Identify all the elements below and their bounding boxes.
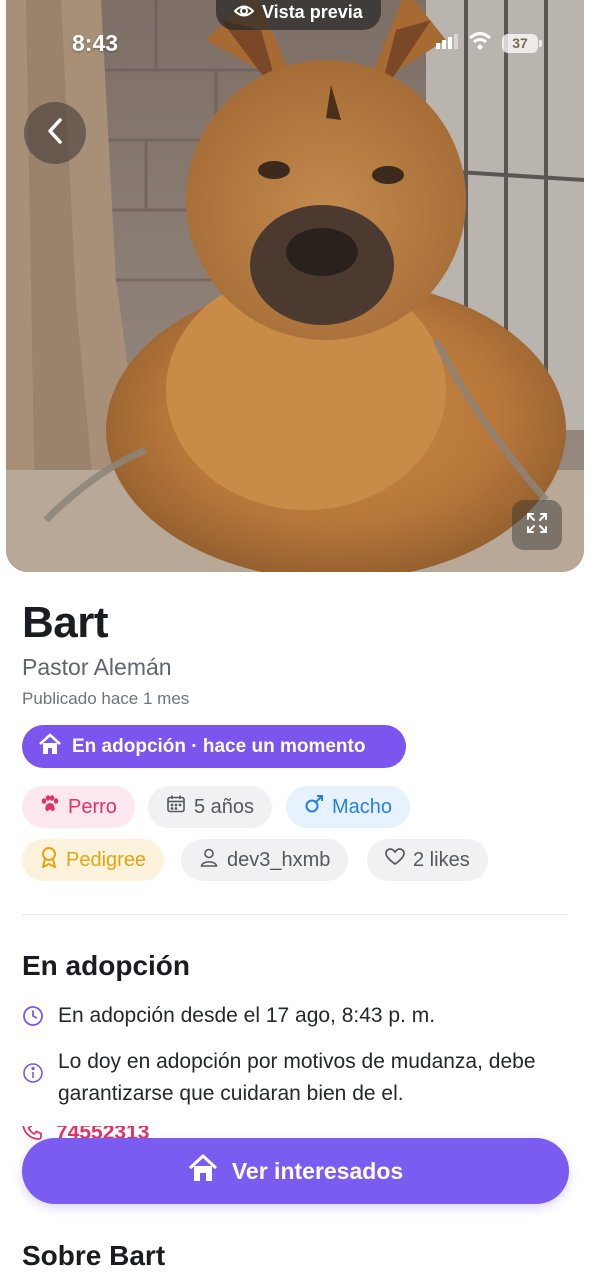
- status-icons: 37: [436, 32, 542, 55]
- preview-badge: Vista previa: [216, 0, 381, 30]
- adoption-description-row: Lo doy en adopción por motivos de mudanz…: [22, 1046, 562, 1110]
- house-icon: [188, 1154, 218, 1188]
- signal-icon: [436, 33, 458, 54]
- wifi-icon: [468, 32, 492, 55]
- house-icon: [38, 733, 62, 761]
- status-time: 8:43: [72, 30, 119, 56]
- chevron-left-icon: [46, 117, 64, 150]
- adoption-status-badge: En adopción · hace un momento: [22, 725, 406, 768]
- male-icon: [304, 794, 324, 820]
- age-chip: 5 años: [148, 786, 273, 828]
- owner-label: dev3_hxmb: [227, 848, 331, 871]
- dog-photo-image: [6, 0, 584, 572]
- owner-chip[interactable]: dev3_hxmb: [181, 839, 349, 881]
- pedigree-label: Pedigree: [66, 848, 147, 871]
- calendar-icon: [166, 794, 186, 820]
- clock-icon: [22, 1005, 44, 1032]
- published-time: Publicado hace 1 mes: [22, 689, 190, 708]
- species-label: Perro: [68, 795, 117, 818]
- age-label: 5 años: [194, 795, 255, 818]
- sex-chip: Macho: [286, 786, 411, 828]
- adoption-description-text: Lo doy en adopción por motivos de mudanz…: [58, 1050, 536, 1105]
- view-interested-button[interactable]: Ver interesados: [22, 1138, 569, 1204]
- expand-photo-button[interactable]: [512, 500, 562, 550]
- preview-label: Vista previa: [262, 1, 363, 22]
- view-interested-label: Ver interesados: [231, 1157, 404, 1184]
- pet-breed: Pastor Alemán: [22, 654, 172, 680]
- heart-icon: [385, 848, 405, 872]
- battery-indicator: 37: [502, 34, 542, 53]
- info-icon: [22, 1062, 44, 1089]
- adoption-status-text: En adopción · hace un momento: [72, 735, 366, 757]
- pedigree-chip: Pedigree: [22, 839, 165, 881]
- sex-label: Macho: [332, 795, 393, 818]
- pet-name: Bart: [22, 598, 109, 647]
- adoption-since-text: En adopción desde el 17 ago, 8:43 p. m.: [58, 1004, 436, 1027]
- adoption-section-title: En adopción: [22, 950, 190, 981]
- species-chip: Perro: [22, 786, 135, 828]
- back-button[interactable]: [24, 102, 86, 164]
- about-section-title: Sobre Bart: [22, 1240, 166, 1271]
- paw-icon: [40, 795, 60, 819]
- eye-icon: [233, 2, 255, 23]
- pet-photo[interactable]: Vista previa 8:43 37: [6, 0, 584, 572]
- expand-icon: [525, 511, 549, 540]
- user-icon: [199, 847, 219, 873]
- section-divider: [22, 914, 568, 915]
- likes-chip[interactable]: 2 likes: [367, 839, 488, 881]
- phone-icon: [22, 1126, 42, 1140]
- award-icon: [40, 846, 58, 874]
- likes-label: 2 likes: [413, 848, 470, 871]
- adoption-since-row: En adopción desde el 17 ago, 8:43 p. m.: [22, 1000, 562, 1032]
